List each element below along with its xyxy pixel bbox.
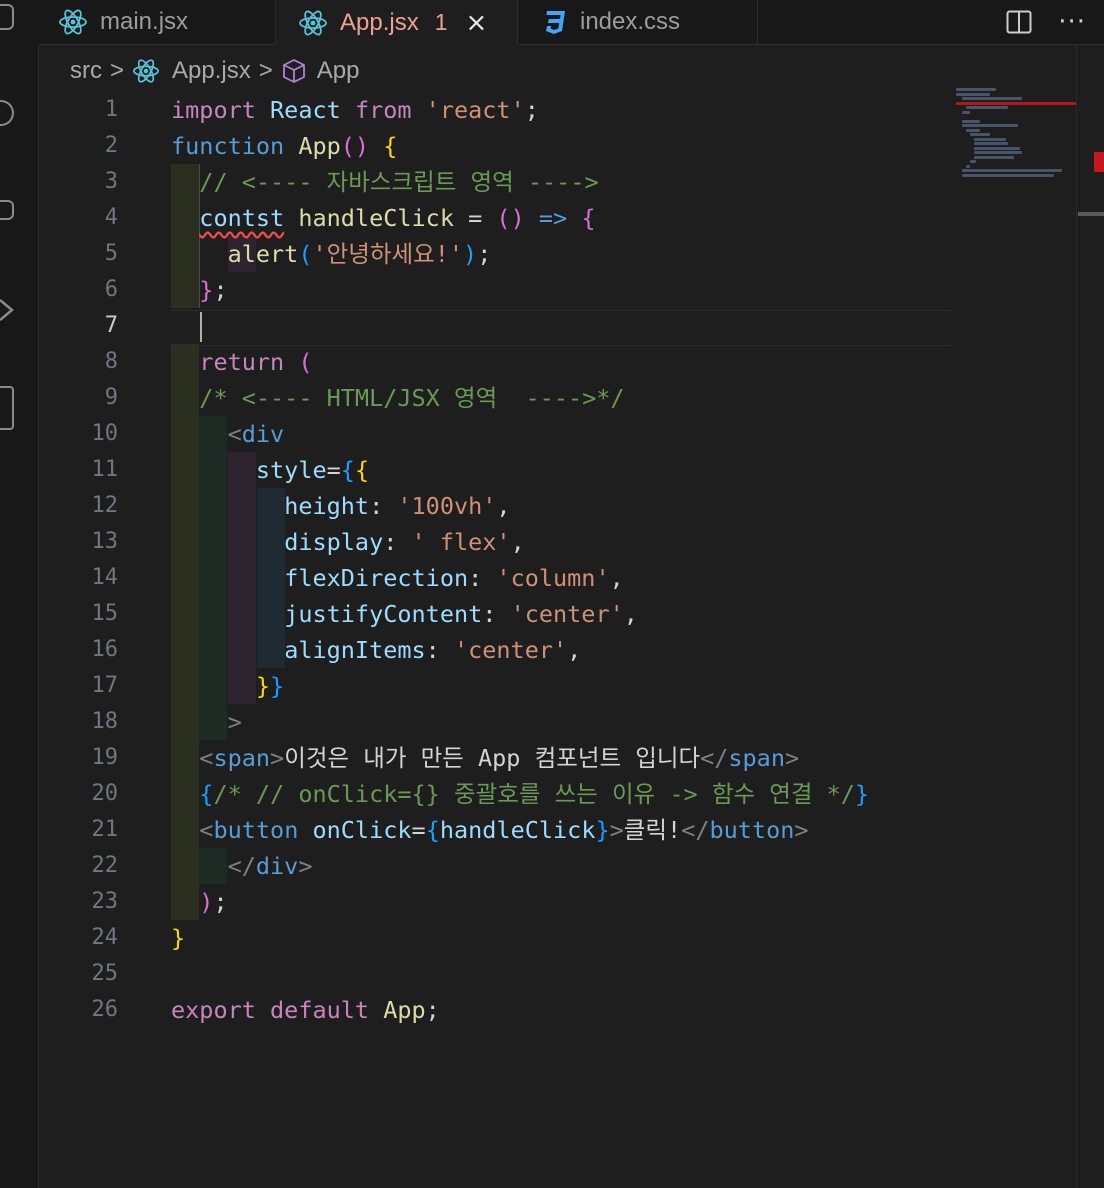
code-line: > — [227, 708, 242, 736]
code-line: } — [171, 924, 186, 952]
code-editor[interactable]: 1 2 3 4 5 6 7 8 9 10 11 12 13 14 15 16 1… — [38, 92, 1076, 1188]
extensions-icon[interactable] — [0, 386, 14, 430]
tab-label: App.jsx — [340, 8, 419, 36]
line-number: 22 — [91, 853, 119, 878]
chevron-right-icon: > — [110, 57, 125, 84]
symbol-cube-icon — [282, 59, 305, 83]
line-number: 24 — [91, 925, 119, 950]
code-line: justifyContent: 'center', — [284, 600, 638, 628]
source-control-icon[interactable] — [0, 200, 14, 220]
breadcrumb-folder[interactable]: src — [70, 57, 102, 85]
line-number: 5 — [104, 241, 118, 266]
tab-label: index.css — [580, 8, 681, 35]
line-number: 25 — [91, 961, 119, 986]
line-number: 17 — [91, 673, 119, 698]
code-line: <span>이것은 내가 만든 App 컴포넌트 입니다</span> — [199, 744, 800, 772]
code-line: height: '100vh', — [284, 492, 511, 520]
code-line: export default App; — [171, 996, 440, 1024]
tab-bar: main.jsx App.jsx 1 × index.css ··· — [38, 0, 1104, 45]
explorer-icon[interactable] — [0, 4, 14, 30]
line-number: 19 — [91, 745, 119, 770]
line-number: 7 — [104, 313, 118, 338]
code-line: import React from 'react'; — [171, 96, 539, 124]
code-line: style={{ — [255, 456, 370, 484]
react-icon — [133, 59, 159, 83]
close-icon[interactable]: × — [466, 8, 488, 38]
line-number: 11 — [91, 457, 119, 482]
line-number: 8 — [104, 349, 118, 374]
line-number: 20 — [91, 781, 119, 806]
code-line: display: ' flex', — [284, 528, 525, 556]
tab-index-css[interactable]: index.css — [518, 0, 758, 44]
split-editor-icon[interactable] — [1006, 10, 1032, 34]
line-number: 21 — [91, 817, 119, 842]
code-line: return ( — [199, 348, 313, 376]
code-line: alert('안녕하세요!'); — [227, 240, 492, 268]
line-number: 26 — [91, 997, 119, 1022]
code-line: flexDirection: 'column', — [284, 564, 624, 592]
tab-main-jsx[interactable]: main.jsx — [38, 0, 276, 44]
code-lines[interactable]: import React from 'react'; function App(… — [171, 92, 869, 1028]
minimap[interactable] — [956, 88, 1076, 208]
line-number: 13 — [91, 529, 119, 554]
code-line: {/* // onClick={} 중괄호를 쓰는 이유 -> 함수 연결 */… — [199, 780, 870, 808]
code-line: }} — [255, 672, 285, 700]
code-line: </div> — [227, 852, 313, 880]
code-line: // <---- 자바스크립트 영역 ----> — [199, 168, 599, 196]
editor-actions: ··· — [1006, 0, 1104, 44]
line-number-gutter: 1 2 3 4 5 6 7 8 9 10 11 12 13 14 15 16 1… — [38, 92, 119, 1028]
code-line: /* <---- HTML/JSX 영역 ---->*/ — [199, 384, 625, 412]
line-number: 1 — [104, 97, 118, 122]
line-number: 6 — [104, 277, 118, 302]
line-number: 16 — [91, 637, 119, 662]
activity-bar — [0, 0, 39, 1188]
code-line: function App() { — [171, 132, 398, 160]
run-debug-icon[interactable] — [0, 298, 14, 321]
error-marker — [1094, 152, 1104, 172]
error-squiggle: contst — [199, 204, 285, 232]
chevron-right-icon: > — [258, 57, 273, 84]
more-actions-icon[interactable]: ··· — [1058, 7, 1086, 37]
search-icon[interactable] — [0, 100, 14, 126]
line-number: 2 — [104, 133, 118, 158]
line-number: 18 — [91, 709, 119, 734]
line-number: 3 — [104, 169, 118, 194]
code-line: alignItems: 'center', — [284, 636, 582, 664]
problems-badge: 1 — [434, 9, 448, 35]
code-line: <div — [227, 420, 285, 448]
line-number: 9 — [104, 385, 118, 410]
scrollbar-thumb[interactable] — [1078, 212, 1104, 216]
line-number: 23 — [91, 889, 119, 914]
css-icon — [546, 11, 565, 34]
tab-label: main.jsx — [100, 8, 189, 35]
line-number: 15 — [91, 601, 119, 626]
code-line: <button onClick={handleClick}>클릭!</butto… — [199, 816, 809, 844]
breadcrumb-file[interactable]: App.jsx — [172, 57, 251, 85]
code-line: }; — [199, 276, 228, 304]
line-number: 12 — [91, 493, 119, 518]
line-number: 4 — [104, 205, 118, 230]
tab-app-jsx[interactable]: App.jsx 1 × — [276, 0, 518, 45]
breadcrumb-symbol[interactable]: App — [317, 57, 360, 85]
breadcrumb: src > App.jsx > App — [70, 54, 359, 88]
line-number: 14 — [91, 565, 119, 590]
react-icon — [59, 9, 87, 35]
line-number: 10 — [91, 421, 119, 446]
code-line: contst handleClick = () => { — [199, 204, 596, 232]
react-icon — [299, 10, 327, 35]
code-line: ); — [199, 888, 228, 916]
